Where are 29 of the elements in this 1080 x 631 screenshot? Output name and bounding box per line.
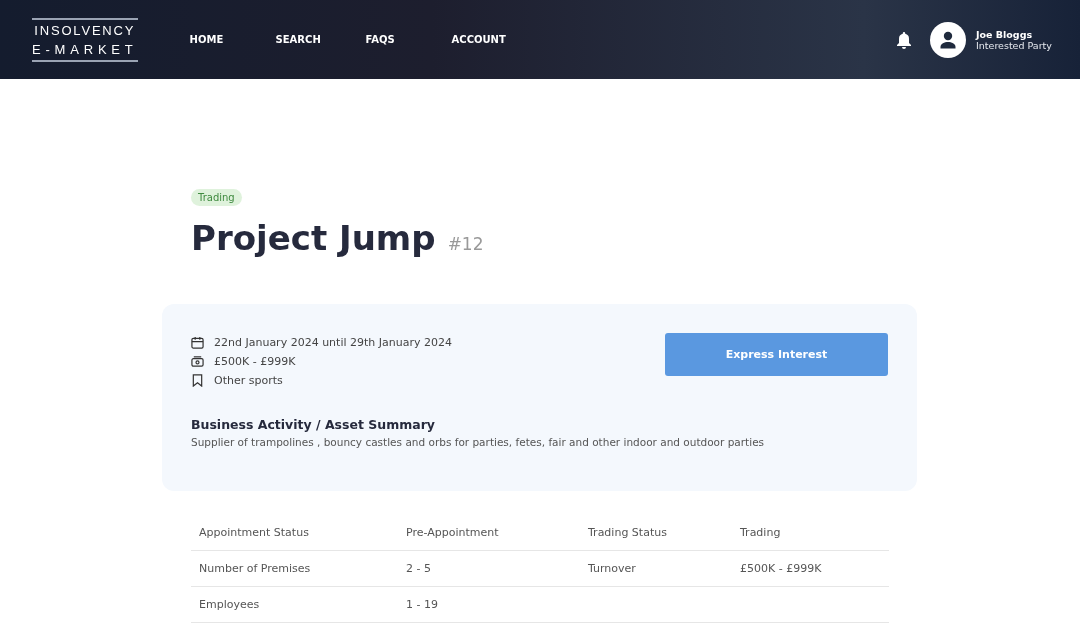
banknote-icon — [191, 355, 204, 368]
table-cell-text: £500K - £999K — [740, 562, 823, 575]
nav-link[interactable]: ACCOUNT — [451, 34, 538, 45]
calendar-icon — [191, 336, 204, 349]
nav-link[interactable]: SEARCH — [275, 34, 366, 45]
user-name: Joe Bloggs — [976, 28, 1034, 40]
summary-text: Supplier of trampolines , bouncy castles and orbs for parties, fetes, fair and other indoor and outdoor parties — [191, 436, 766, 448]
table-cell-text: Trading — [740, 526, 782, 539]
table-cell-text: Number of Premises — [199, 562, 312, 575]
avatar-icon[interactable] — [930, 21, 966, 58]
table-cell-text: Employees — [199, 598, 261, 611]
nav-link[interactable]: HOME — [189, 34, 276, 45]
table-cell-text: 1 - 19 — [406, 598, 439, 611]
table-cell-text: 2 - 5 — [406, 562, 432, 575]
table-cell-text: Appointment Status — [199, 526, 310, 539]
logo[interactable]: INSOLVENCY E-MARKET — [32, 17, 138, 62]
table-cell-text: Pre-Appointment — [406, 526, 500, 539]
status-badge: Trading — [191, 189, 242, 206]
detail-text: £500K - £999K — [214, 355, 296, 368]
detail-text: Other sports — [214, 374, 283, 387]
page-title: Project Jump — [191, 218, 436, 258]
project-number: #12 — [447, 234, 484, 254]
table-cell-text: Trading Status — [588, 526, 668, 539]
bell-icon[interactable] — [896, 30, 912, 49]
bookmark-icon — [191, 374, 204, 387]
summary-heading: Business Activity / Asset Summary — [191, 417, 436, 432]
detail-text: 22nd January 2024 until 29th January 2024 — [214, 336, 452, 349]
table-cell-text: Turnover — [588, 562, 637, 575]
nav-link[interactable]: FAQS — [365, 34, 452, 45]
